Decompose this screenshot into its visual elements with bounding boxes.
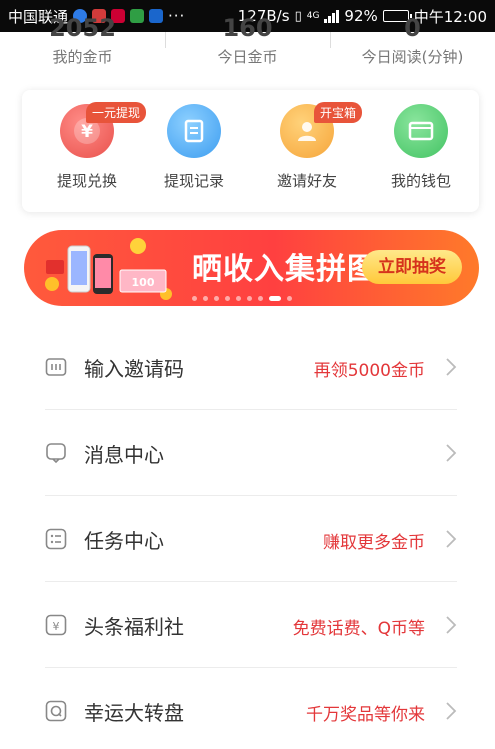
pagination-dot[interactable] xyxy=(247,296,252,301)
record-icon xyxy=(167,104,221,158)
menu-item-task-center[interactable]: 任务中心 赚取更多金币 xyxy=(0,496,495,582)
banner-pagination xyxy=(192,296,292,301)
chevron-right-icon xyxy=(446,616,457,634)
pagination-dot[interactable] xyxy=(214,296,219,301)
menu-item-label: 消息中心 xyxy=(84,443,164,467)
action-label: 提现记录 xyxy=(163,172,224,190)
pagination-dot[interactable] xyxy=(258,296,263,301)
invite-code-icon xyxy=(45,358,67,376)
chevron-right-icon xyxy=(446,530,457,548)
chevron-right-icon xyxy=(446,358,457,376)
chevron-right-icon xyxy=(446,702,457,720)
svg-text:¥: ¥ xyxy=(81,122,93,142)
welfare-icon: ¥ xyxy=(45,614,67,636)
stat-my-coins[interactable]: 2052 我的金币 xyxy=(0,14,165,72)
treasure-box-badge: 开宝箱 xyxy=(314,102,363,123)
menu-item-note: 千万奖品等你来 xyxy=(306,705,425,725)
stat-today-reading[interactable]: 0 今日阅读(分钟) xyxy=(330,14,495,72)
pagination-dot[interactable] xyxy=(192,296,197,301)
menu-item-label: 输入邀请码 xyxy=(84,357,184,381)
svg-text:100: 100 xyxy=(132,276,155,289)
task-icon xyxy=(45,528,67,550)
action-label: 提现兑换 xyxy=(56,172,117,190)
menu-item-label: 任务中心 xyxy=(84,529,164,553)
action-label: 我的钱包 xyxy=(390,172,451,190)
stat-label: 今日阅读(分钟) xyxy=(361,48,464,66)
pagination-dot[interactable] xyxy=(225,296,230,301)
stat-today-coins[interactable]: 160 今日金币 xyxy=(165,14,330,72)
menu-item-note: 赚取更多金币 xyxy=(323,533,425,553)
menu-item-welfare[interactable]: ¥ 头条福利社 免费话费、Q币等 xyxy=(0,582,495,668)
stat-label: 我的金币 xyxy=(52,48,113,66)
menu-item-label: 幸运大转盘 xyxy=(84,701,184,725)
menu-item-invite-code[interactable]: 输入邀请码 再领5000金币 xyxy=(0,324,495,410)
menu-item-label: 头条福利社 xyxy=(84,615,184,639)
menu-item-note: 再领5000金币 xyxy=(313,361,425,381)
menu-item-note: 免费话费、Q币等 xyxy=(292,619,425,639)
lottery-button[interactable]: 立即抽奖 xyxy=(362,250,462,284)
lucky-wheel-icon xyxy=(45,700,67,722)
menu-item-message-center[interactable]: 消息中心 xyxy=(0,410,495,496)
banner-title: 晒收入集拼图 xyxy=(192,252,378,287)
wallet-icon xyxy=(394,104,448,158)
stat-label: 今日金币 xyxy=(217,48,278,66)
pagination-dot[interactable] xyxy=(287,296,292,301)
stats-row: 2052 我的金币 160 今日金币 0 今日阅读(分钟) xyxy=(0,14,495,72)
promo-banner[interactable]: 100 晒收入集拼图 立即抽奖 xyxy=(24,230,479,306)
phones-prize-icon: 100 xyxy=(45,238,172,300)
stat-value: 160 xyxy=(222,14,273,42)
quick-actions-card: ¥ 一元提现 提现兑换 提现记录 开宝箱 邀请好友 我的钱包 xyxy=(22,90,479,212)
withdraw-badge: 一元提现 xyxy=(86,102,147,123)
withdraw-record-button[interactable]: 提现记录 xyxy=(139,104,249,191)
pagination-dot[interactable] xyxy=(236,296,241,301)
my-wallet-button[interactable]: 我的钱包 xyxy=(366,104,476,191)
stat-value: 0 xyxy=(404,14,421,42)
pagination-dot[interactable] xyxy=(203,296,208,301)
invite-friends-button[interactable]: 开宝箱 邀请好友 xyxy=(252,102,363,191)
stat-value: 2052 xyxy=(49,14,116,42)
menu-item-lucky-wheel[interactable]: 幸运大转盘 千万奖品等你来 xyxy=(0,668,495,749)
withdraw-exchange-button[interactable]: ¥ 一元提现 提现兑换 xyxy=(32,102,147,191)
menu-list: 输入邀请码 再领5000金币 消息中心 任务中心 赚取更多金币 ¥ 头条福利社 … xyxy=(0,324,495,749)
action-label: 邀请好友 xyxy=(276,172,337,190)
message-icon xyxy=(46,443,66,464)
chevron-right-icon xyxy=(446,444,457,462)
svg-text:¥: ¥ xyxy=(53,620,60,633)
pagination-dot-active[interactable] xyxy=(269,296,281,301)
